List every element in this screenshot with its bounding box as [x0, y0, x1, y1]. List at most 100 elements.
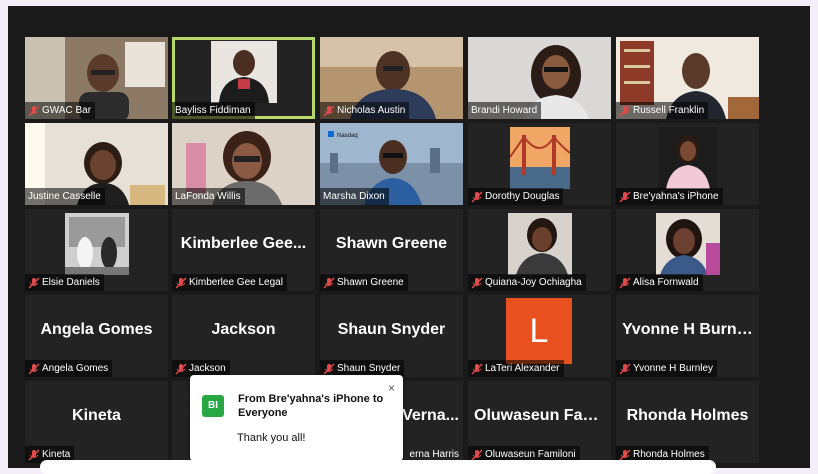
participant-label: Quiana-Joy Ochiagha	[468, 274, 586, 291]
video-feed	[210, 41, 277, 103]
mic-muted-icon	[471, 277, 483, 288]
participant-name: Kineta	[42, 449, 71, 460]
participant-label: Brandi Howard	[468, 102, 542, 119]
participant-label: Shawn Greene	[320, 274, 408, 291]
participant-name: GWAC Bar	[42, 105, 92, 116]
participant-label: Bayliss Fiddiman	[172, 102, 255, 119]
participant-label: Bre'yahna's iPhone	[616, 188, 723, 205]
participant-tile-lafonda-willis[interactable]: LaFonda Willis	[172, 123, 315, 205]
participant-display-name: Shaun Snyder	[337, 321, 446, 338]
participant-label: Russell Franklin	[616, 102, 709, 119]
participant-tile-yvonne-burnley[interactable]: Yvonne H Burnl... Yvonne H Burnley	[616, 295, 759, 377]
participant-tile-bayliss-fiddiman[interactable]: Bayliss Fiddiman	[172, 37, 315, 119]
participant-name: Alisa Fornwald	[633, 277, 699, 288]
participant-display-name: Rhonda Holmes	[626, 407, 749, 424]
mic-muted-icon	[619, 277, 631, 288]
participant-label: Angela Gomes	[25, 360, 113, 377]
participant-name: Brandi Howard	[471, 105, 538, 116]
mic-muted-icon	[28, 449, 40, 460]
participant-tile-angela-gomes[interactable]: Angela Gomes Angela Gomes	[25, 295, 168, 377]
participant-tile-justine-casselle[interactable]: Justine Casselle	[25, 123, 168, 205]
mic-muted-icon	[175, 363, 187, 374]
participant-label: LaFonda Willis	[172, 188, 245, 205]
participant-label: Alisa Fornwald	[616, 274, 703, 291]
participant-name: Marsha Dixon	[323, 191, 385, 202]
participant-display-name: Kimberlee Gee...	[180, 235, 307, 252]
mic-muted-icon	[323, 363, 335, 374]
participant-label: Dorothy Douglas	[468, 188, 564, 205]
mic-muted-icon	[471, 449, 483, 460]
participant-tile-dorothy-douglas[interactable]: Dorothy Douglas	[468, 123, 611, 205]
participant-name: Yvonne H Burnley	[633, 363, 714, 374]
chat-message: Thank you all!	[237, 432, 306, 444]
participant-tile-alisa-fornwald[interactable]: Alisa Fornwald	[616, 209, 759, 291]
participant-label: Nicholas Austin	[320, 102, 410, 119]
participant-display-name: Angela Gomes	[40, 321, 153, 338]
participant-tile-russell-franklin[interactable]: Russell Franklin	[616, 37, 759, 119]
participant-label: Kimberlee Gee Legal	[172, 274, 287, 291]
bottom-toolbar-edge	[40, 460, 716, 474]
video-feed	[507, 213, 572, 275]
participant-name: LaTeri Alexander	[485, 363, 560, 374]
participant-tile-nicholas-austin[interactable]: Nicholas Austin	[320, 37, 463, 119]
close-icon[interactable]: ×	[388, 381, 395, 395]
video-feed	[509, 127, 570, 189]
mic-muted-icon	[175, 277, 187, 288]
svg-text:Nasdaq: Nasdaq	[337, 133, 358, 139]
participant-name: Nicholas Austin	[337, 105, 406, 116]
participant-tile-breyahna-iphone[interactable]: Bre'yahna's iPhone	[616, 123, 759, 205]
participant-name: Kimberlee Gee Legal	[189, 277, 283, 288]
participant-name: Oluwaseun Familoni	[485, 449, 576, 460]
mic-muted-icon	[323, 105, 335, 116]
participant-name: Bayliss Fiddiman	[175, 105, 251, 116]
participant-tile-quiana-joy-ochiagha[interactable]: Quiana-Joy Ochiagha	[468, 209, 611, 291]
chat-notification[interactable]: BI From Bre'yahna's iPhone to Everyone T…	[190, 375, 403, 461]
participant-tile-shawn-greene[interactable]: Shawn Greene Shawn Greene	[320, 209, 463, 291]
mic-muted-icon	[619, 191, 631, 202]
participant-name: Rhonda Holmes	[633, 449, 705, 460]
mic-muted-icon	[28, 277, 40, 288]
mic-muted-icon	[471, 191, 483, 202]
participant-name: Russell Franklin	[633, 105, 705, 116]
participant-label: Elsie Daniels	[25, 274, 104, 291]
mic-muted-icon	[471, 363, 483, 374]
participant-display-name: Yvonne H Burnl...	[622, 321, 755, 338]
participant-tile-rhonda-holmes[interactable]: Rhonda Holmes Rhonda Holmes	[616, 381, 759, 463]
participant-name: Angela Gomes	[42, 363, 109, 374]
participant-tile-lateri-alexander[interactable]: L LaTeri Alexander	[468, 295, 611, 377]
participant-name: Bre'yahna's iPhone	[633, 191, 719, 202]
mic-muted-icon	[619, 105, 631, 116]
participant-tile-oluwaseun-familoni[interactable]: Oluwaseun Fam... Oluwaseun Familoni	[468, 381, 611, 463]
participant-name: Quiana-Joy Ochiagha	[485, 277, 582, 288]
participant-tile-jackson[interactable]: Jackson Jackson	[172, 295, 315, 377]
participant-tile-elsie-daniels[interactable]: Elsie Daniels	[25, 209, 168, 291]
participant-display-name: Oluwaseun Fam...	[474, 407, 611, 424]
mic-muted-icon	[28, 105, 40, 116]
participant-name: Shaun Snyder	[337, 363, 401, 374]
video-feed	[657, 127, 718, 189]
participant-display-name: Jackson	[211, 321, 276, 338]
participant-display-name: Kineta	[72, 407, 121, 424]
participant-label: Marsha Dixon	[320, 188, 389, 205]
participant-name: Shawn Greene	[337, 277, 404, 288]
participant-tile-kimberlee-gee[interactable]: Kimberlee Gee... Kimberlee Gee Legal	[172, 209, 315, 291]
participant-tile-marsha-dixon[interactable]: Nasdaq Marsha Dixon	[320, 123, 463, 205]
zoom-gallery-view: GWAC Bar Bayliss Fiddiman Nicholas Austi…	[8, 6, 810, 468]
video-feed	[64, 213, 129, 275]
chat-notification-title: From Bre'yahna's iPhone to Everyone	[238, 393, 384, 419]
participant-label: GWAC Bar	[25, 102, 96, 119]
video-feed	[655, 213, 720, 275]
participant-tile-shaun-snyder[interactable]: Shaun Snyder Shaun Snyder	[320, 295, 463, 377]
avatar: L	[506, 298, 572, 364]
mic-muted-icon	[619, 449, 631, 460]
participant-label: Justine Casselle	[25, 188, 105, 205]
chat-sender-avatar: BI	[202, 395, 224, 417]
participant-display-name: Shawn Greene	[335, 235, 448, 252]
participant-name: LaFonda Willis	[175, 191, 241, 202]
participant-name: erna Harris	[409, 449, 459, 460]
participant-tile-brandi-howard[interactable]: Brandi Howard	[468, 37, 611, 119]
participant-label: LaTeri Alexander	[468, 360, 564, 377]
participant-tile-gwac-bar[interactable]: GWAC Bar	[25, 37, 168, 119]
participant-tile-kineta[interactable]: Kineta Kineta	[25, 381, 168, 463]
mic-muted-icon	[619, 363, 631, 374]
